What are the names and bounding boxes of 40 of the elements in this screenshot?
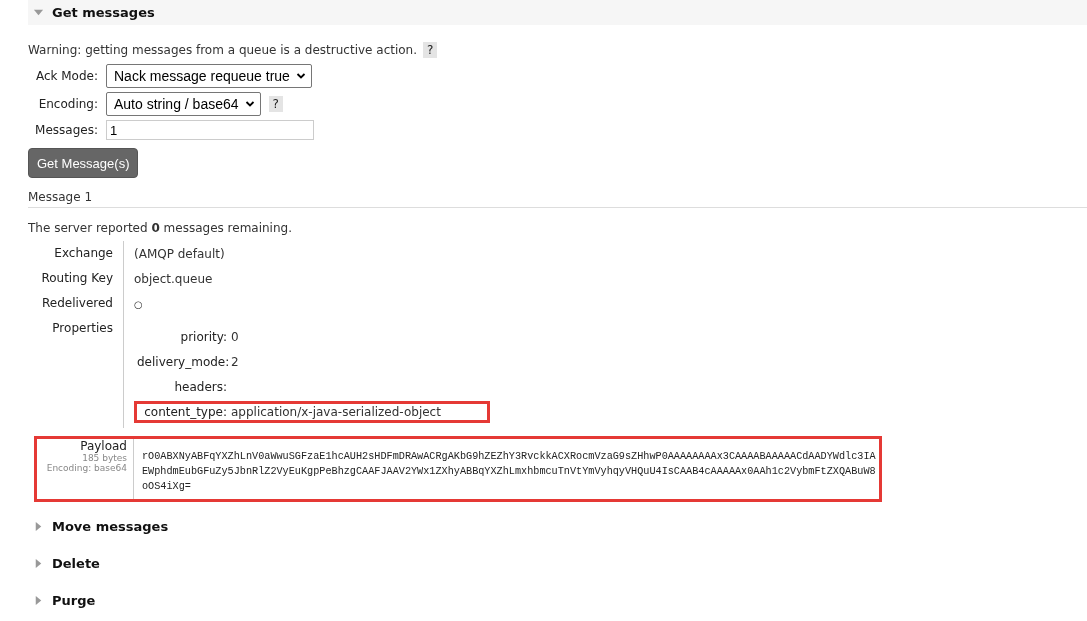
caret-right-icon[interactable] [33,521,44,532]
field-label: Properties [28,316,124,428]
caret-right-icon[interactable] [33,595,44,606]
property-value: 2 [231,355,239,369]
field-value: object.queue [134,272,213,286]
payload-encoding: Encoding: base64 [45,463,127,473]
get-messages-button[interactable]: Get Message(s) [28,148,139,178]
field-label: Ack Mode: [34,69,98,83]
field-label: Exchange [28,241,124,266]
field-label: Messages: [34,123,98,137]
payload-text: rO0ABXNyABFqYXZhLnV0aWwuSGFzaE1hcAUH2sHDFmDRAwACRgAKbG9hZEZhY3RvckkACXRocmVzaG9sZHhwP0AAAAAAAAx3CAAAABAAAAACdAADYWdlc3IA EWphdmEubGFuZy5JbnRlZ2VyEuKgpPeBhzgCAAFJAAV2YWx1ZXhyABBqYXZhLmxhbmcuTnVtYmVyhqyVHQuU4IsCAAB4cAAAAAx0AAh1c2VybmFtZXQABuW8 oOS4iXg= [141,450,876,494]
input-field[interactable]: 1 [106,120,314,140]
flag-value: ○ [134,299,143,310]
help-button[interactable]: ? [423,42,438,58]
status-text: The server reported 0 messages remaining. [28,221,293,235]
field-label: Redelivered [28,291,124,316]
section-heading[interactable]: Get messages [52,5,155,20]
help-button[interactable]: ? [268,96,283,112]
section-heading[interactable]: Delete [52,556,100,571]
field-label: Payload [79,439,127,453]
caret-right-icon[interactable] [33,558,44,569]
section-heading[interactable]: Purge [52,593,96,608]
property-value: application/x-java-serialized-object [231,405,441,419]
property-key: content_type: [137,405,227,419]
property-value: 0 [231,330,239,344]
property-key: headers: [137,380,227,394]
message-heading: Message 1 [28,190,1087,208]
dropdown[interactable]: Nack message requeue true [106,64,312,88]
chevron-down-icon [295,71,306,81]
section-heading[interactable]: Move messages [52,519,169,534]
dropdown[interactable]: Auto string / base64 [106,92,261,116]
caret-down-icon[interactable] [33,7,44,18]
field-label: Routing Key [28,266,124,291]
payload-size: 185 bytes [81,453,127,463]
property-key: delivery_mode: [137,355,227,369]
chevron-down-icon [244,99,255,109]
field-label: Encoding: [37,97,98,111]
field-value: (AMQP default) [134,247,225,261]
warning-text: Warning: getting messages from a queue is a destructive action. [28,43,418,57]
property-key: priority: [137,330,227,344]
